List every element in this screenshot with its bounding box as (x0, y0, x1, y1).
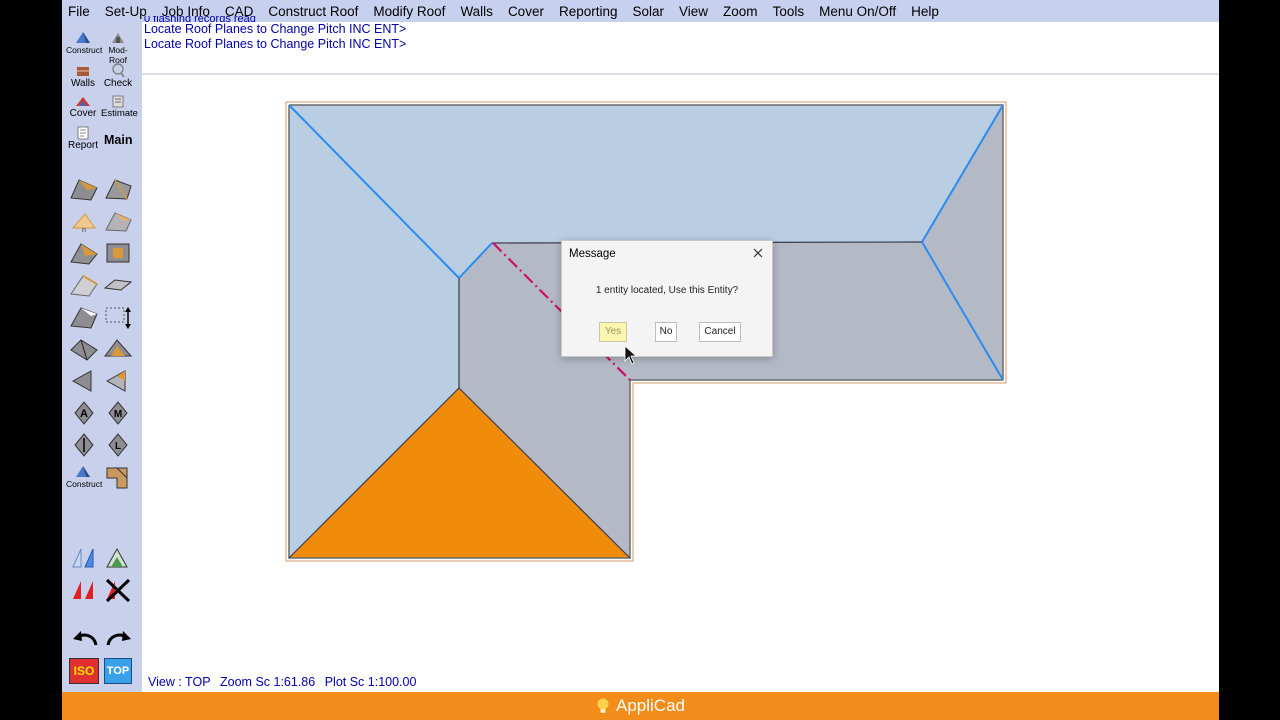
report-icon (77, 126, 89, 140)
dialog-message: 1 entity located, Use this Entity? (595, 285, 739, 296)
construct-icon (76, 32, 90, 43)
pitch-delete-tool-icon[interactable] (103, 577, 133, 603)
cover-label: Cover (69, 108, 97, 119)
construct-button[interactable]: Construct (66, 30, 103, 55)
drawing-canvas[interactable] (142, 75, 1219, 692)
command-log-line: Locate Roof Planes to Change Pitch INC E… (144, 37, 407, 51)
no-button[interactable]: No (655, 322, 677, 342)
roof-hip-end-tool-icon[interactable] (69, 368, 99, 394)
construct-label: Construct (66, 479, 103, 489)
menu-menu-on-off[interactable]: Menu On/Off (819, 4, 896, 19)
check-button[interactable]: Check (101, 62, 135, 89)
roof-resize-tool-icon[interactable] (103, 304, 133, 330)
construct-label: Construct (66, 45, 103, 55)
report-label: Report (67, 140, 98, 151)
cover-button[interactable]: Cover (66, 94, 100, 119)
close-icon[interactable] (750, 245, 766, 261)
roof-gable-tool-icon[interactable] (103, 208, 133, 234)
roof-corner-tool-icon[interactable] (103, 464, 133, 490)
tool-letter-l: L (115, 441, 121, 452)
check-icon (112, 63, 125, 78)
iso-view-button[interactable]: ISO (69, 658, 99, 684)
construct-button-2[interactable]: Construct (66, 464, 103, 489)
brand-name: AppliCad (616, 696, 685, 715)
roof-level-tool-icon[interactable]: L (103, 432, 133, 458)
cancel-button[interactable]: Cancel (699, 322, 741, 342)
roof-box-tool-icon[interactable] (103, 240, 133, 266)
cover-icon (76, 97, 90, 106)
command-log: 0 flashing records read Locate Roof Plan… (144, 16, 406, 52)
menu-tools[interactable]: Tools (773, 4, 805, 19)
main-button[interactable]: Main (104, 133, 132, 147)
roof-join-tool-icon[interactable] (103, 336, 133, 362)
brand-bar: AppliCad (62, 692, 1219, 720)
menu-zoom[interactable]: Zoom (723, 4, 758, 19)
roof-lower-tool-icon[interactable] (69, 432, 99, 458)
mod-roof-icon (112, 33, 124, 43)
roof-flat-tool-icon[interactable] (103, 272, 133, 298)
menu-cover[interactable]: Cover (508, 4, 544, 19)
svg-text:n: n (82, 227, 86, 234)
menu-setup[interactable]: Set-Up (105, 4, 147, 19)
status-view: View : TOP (148, 675, 211, 689)
walls-label: Walls (70, 78, 96, 89)
roof-gable-end-tool-icon[interactable] (103, 368, 133, 394)
menu-view[interactable]: View (679, 4, 708, 19)
estimate-icon (112, 95, 124, 108)
estimate-button[interactable]: Estimate (101, 94, 138, 119)
mod-roof-button[interactable]: Mod-Roof (101, 30, 135, 65)
status-zoom: Zoom Sc 1:61.86 (220, 675, 316, 689)
check-label: Check (103, 78, 133, 89)
roof-pitch-tool-icon[interactable]: n (69, 208, 99, 234)
pitch-select-tool-icon[interactable] (103, 545, 133, 571)
redo-icon[interactable] (104, 625, 134, 651)
roof-manual-tool-icon[interactable]: M (103, 400, 133, 426)
lightbulb-icon (597, 698, 609, 713)
status-plot: Plot Sc 1:100.00 (324, 675, 417, 689)
menu-reporting[interactable]: Reporting (559, 4, 618, 19)
tool-letter-a: A (80, 408, 88, 420)
pitch-red-tool-icon[interactable] (69, 577, 99, 603)
applicad-window: File Set-Up Job Info CAD Construct Roof … (62, 0, 1219, 720)
menu-file[interactable]: File (68, 4, 90, 19)
roof-plane-tool-icon[interactable] (69, 176, 99, 202)
roof-hip-tool-icon[interactable] (103, 176, 133, 202)
dialog-title: Message (569, 248, 616, 260)
walls-icon (77, 67, 89, 76)
report-button[interactable]: Report (66, 126, 100, 151)
top-view-button[interactable]: TOP (104, 658, 132, 684)
status-line: View : TOP Zoom Sc 1:61.86 Plot Sc 1:100… (148, 675, 422, 689)
roof-valley-tool-icon[interactable] (69, 240, 99, 266)
estimate-label: Estimate (101, 108, 138, 119)
command-log-line: Locate Roof Planes to Change Pitch INC E… (144, 22, 407, 36)
menu-help[interactable]: Help (911, 4, 939, 19)
left-toolbar: Construct Mod-Roof Walls Check Cover Est… (62, 22, 142, 692)
undo-icon[interactable] (70, 625, 100, 651)
construct-icon (76, 466, 90, 477)
roof-auto-tool-icon[interactable]: A (69, 400, 99, 426)
roof-edge-tool-icon[interactable] (69, 272, 99, 298)
walls-button[interactable]: Walls (66, 64, 100, 89)
mouse-pointer-icon (624, 345, 638, 365)
pitch-light-tool-icon[interactable] (69, 545, 99, 571)
menu-solar[interactable]: Solar (633, 4, 665, 19)
roof-split-tool-icon[interactable] (69, 336, 99, 362)
roof-dormer-tool-icon[interactable] (69, 304, 99, 330)
tool-letter-m: M (114, 409, 122, 420)
message-dialog: Message 1 entity located, Use this Entit… (561, 240, 773, 357)
yes-button[interactable]: Yes (599, 322, 627, 342)
menu-walls[interactable]: Walls (460, 4, 493, 19)
